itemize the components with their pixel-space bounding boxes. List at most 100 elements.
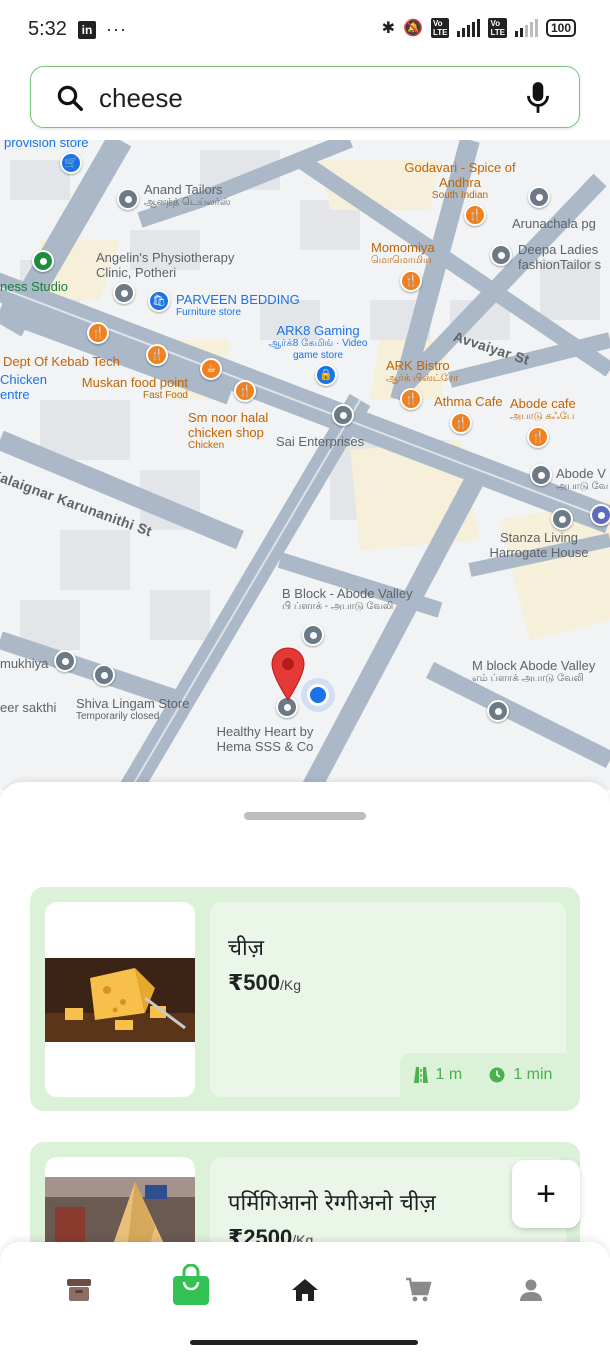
map-pin[interactable]: [302, 624, 324, 646]
place-label[interactable]: PARVEEN BEDDING Furniture store: [176, 292, 300, 319]
place-label[interactable]: B Block - Abode Valley பி ப்ளாக் - அபாடு …: [282, 586, 432, 613]
shopping-bag-icon[interactable]: [172, 1264, 210, 1306]
place-label[interactable]: M block Abode Valley எம் ப்ளாக் அபாடு வேல…: [472, 658, 595, 685]
profile-icon[interactable]: [509, 1268, 553, 1312]
selected-location-marker[interactable]: [270, 646, 306, 702]
place-sub: Furniture store: [176, 307, 242, 318]
signal-5g-icon: [457, 19, 481, 37]
map-pin[interactable]: [551, 508, 573, 530]
place-sub: எம் ப்ளாக் அபாடு வேலி: [472, 673, 584, 684]
place-label[interactable]: Chicken entre: [0, 372, 50, 402]
place-label[interactable]: Momomiya மொமொமிய: [371, 240, 435, 267]
map-pin[interactable]: 🍴: [400, 270, 422, 292]
place-name: Godavari - Spice of Andhra: [404, 160, 516, 190]
map-pin[interactable]: 🔒: [315, 364, 337, 386]
map-pin[interactable]: 🍴: [527, 426, 549, 448]
map-pin[interactable]: 🍴: [464, 204, 486, 226]
place-label[interactable]: Sai Enterprises: [276, 434, 364, 449]
place-name: ARK Bistro: [386, 358, 450, 373]
place-label[interactable]: Stanza Living Harrogate House: [484, 530, 594, 560]
cart-icon[interactable]: [396, 1268, 440, 1312]
price-value: ₹500: [228, 970, 281, 995]
place-label[interactable]: Shiva Lingam Store Temporarily closed: [76, 696, 189, 723]
map-pin[interactable]: [32, 250, 54, 272]
map-pin[interactable]: 🍴: [87, 322, 109, 344]
map-pin[interactable]: [528, 186, 550, 208]
map-pin[interactable]: [530, 464, 552, 486]
map-view[interactable]: Avvaiyar St Kalaignar Karunanithi St 🛒 p…: [0, 140, 610, 790]
place-name: Dept Of Kebab Tech: [3, 354, 120, 369]
place-label[interactable]: eer sakthi: [0, 700, 56, 715]
place-name: Muskan food point: [81, 375, 188, 390]
place-name: Abode V: [556, 466, 606, 481]
current-location-dot: [307, 684, 329, 706]
product-price: ₹500/Kg: [228, 970, 301, 996]
place-name: PARVEEN BEDDING: [176, 292, 300, 307]
map-pin[interactable]: [490, 244, 512, 266]
home-icon[interactable]: [283, 1268, 327, 1312]
add-button[interactable]: +: [512, 1160, 580, 1228]
map-pin[interactable]: [487, 700, 509, 722]
place-label[interactable]: Abode cafe அபாடு கஃபே: [510, 396, 576, 423]
place-sub: Fast Food: [142, 390, 188, 401]
clock-icon: [489, 1067, 505, 1083]
place-name: ness Studio: [0, 279, 68, 294]
map-pin[interactable]: [54, 650, 76, 672]
distance-text: 1 m: [435, 1066, 463, 1083]
product-name: चीज़: [228, 936, 264, 961]
place-label[interactable]: ARK8 Gaming ஆர்க்8 கேமிங் · Video game st…: [268, 323, 368, 362]
map-pin[interactable]: 🍴: [400, 388, 422, 410]
place-name: Momomiya: [371, 240, 435, 255]
search-input[interactable]: [99, 79, 519, 117]
map-pin[interactable]: [93, 664, 115, 686]
map-pin[interactable]: [590, 504, 610, 526]
orders-icon[interactable]: [57, 1268, 101, 1312]
map-pin[interactable]: ☕: [200, 358, 222, 380]
map-pin[interactable]: 🍴: [146, 344, 168, 366]
place-label[interactable]: ARK Bistro ஆர்க் பிஸ்ட்ரோ: [386, 358, 458, 385]
product-card[interactable]: चीज़ ₹500/Kg 1 m 1 min: [30, 887, 580, 1111]
place-name: Shiva Lingam Store: [76, 696, 190, 711]
map-pin[interactable]: 🍴: [234, 380, 256, 402]
search-icon[interactable]: [55, 83, 85, 113]
place-name: Healthy Heart by Hema SSS & Co: [216, 724, 314, 754]
status-bar: 5:32 in ··· ✱ 🔕 Vo LTE Vo LTE 100: [0, 0, 610, 60]
place-label[interactable]: ness Studio: [0, 279, 68, 294]
place-label[interactable]: Arunachala pg: [512, 216, 596, 231]
place-sub: Temporarily closed: [76, 711, 160, 722]
map-pin[interactable]: [113, 282, 135, 304]
place-label[interactable]: Deepa Ladies fashionTailor s: [518, 242, 610, 272]
price-unit: /Kg: [280, 977, 302, 993]
distance-meta: 1 m: [413, 1066, 463, 1084]
place-name: B Block - Abode Valley: [282, 586, 413, 601]
place-label[interactable]: Muskan food point Fast Food: [70, 375, 188, 402]
place-name: Sm noor halal chicken shop: [188, 410, 269, 440]
place-name: Abode cafe: [510, 396, 576, 411]
place-label[interactable]: Athma Cafe: [434, 394, 503, 409]
bottom-navigation: [0, 1242, 610, 1356]
search-bar: [30, 66, 580, 128]
delivery-meta: 1 m 1 min: [400, 1053, 566, 1097]
microphone-icon[interactable]: [525, 81, 551, 115]
place-label[interactable]: Sm noor halal chicken shop Chicken: [188, 410, 288, 452]
place-label[interactable]: Angelin's Physiotherapy Clinic, Potheri: [96, 250, 256, 280]
place-name: Deepa Ladies fashionTailor s: [518, 242, 602, 272]
place-label[interactable]: Godavari - Spice of Andhra South Indian: [400, 160, 520, 202]
sheet-drag-handle[interactable]: [244, 812, 366, 820]
product-name: पर्मिगिआनो रेग्गीअनो चीज़: [228, 1191, 436, 1216]
map-pin[interactable]: 🛍: [148, 290, 170, 312]
place-label[interactable]: provision store: [4, 140, 89, 150]
place-label[interactable]: Abode V அபாடு வே: [556, 466, 608, 493]
place-label[interactable]: Healthy Heart by Hema SSS & Co: [210, 724, 320, 754]
place-label[interactable]: mukhiya: [0, 656, 48, 671]
place-label[interactable]: Dept Of Kebab Tech: [3, 354, 120, 369]
map-pin[interactable]: 🍴: [450, 412, 472, 434]
map-pin[interactable]: [117, 188, 139, 210]
map-pin[interactable]: 🛒: [60, 152, 82, 174]
map-pin[interactable]: [332, 404, 354, 426]
place-name: Angelin's Physiotherapy Clinic, Potheri: [96, 250, 235, 280]
place-label[interactable]: Anand Tailors ஆனந்த் டெய்லர்ஸ்: [144, 182, 231, 209]
signal-icon: [514, 19, 538, 37]
place-name: ARK8 Gaming: [276, 323, 360, 338]
status-right-icons: ✱ 🔕 Vo LTE Vo LTE 100: [382, 18, 576, 38]
